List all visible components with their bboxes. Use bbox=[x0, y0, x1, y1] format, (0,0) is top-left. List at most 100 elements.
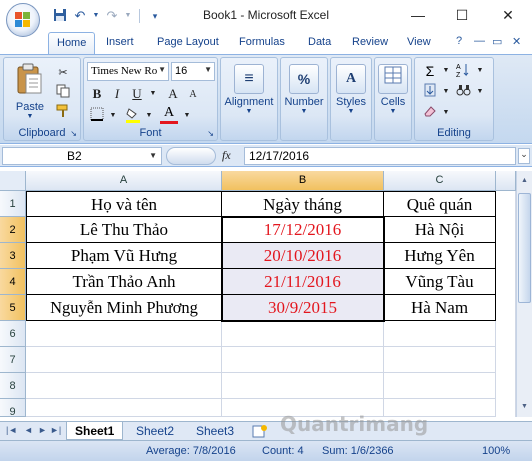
paste-button[interactable]: Paste ▼ bbox=[8, 62, 52, 120]
vertical-scrollbar[interactable]: ▲ ▼ bbox=[516, 171, 532, 417]
formula-bar-splitter[interactable] bbox=[166, 147, 216, 165]
tab-view[interactable]: View bbox=[407, 36, 431, 48]
shrink-font-button[interactable]: A bbox=[184, 86, 202, 104]
cell-b3[interactable]: 20/10/2016 bbox=[222, 243, 384, 269]
cell-c1[interactable]: Quê quán bbox=[384, 191, 496, 217]
sort-dropdown-icon[interactable]: ▼ bbox=[471, 62, 489, 80]
font-size-select[interactable]: 16 ▼ bbox=[171, 62, 215, 81]
clear-dropdown-icon[interactable]: ▼ bbox=[437, 104, 455, 122]
formula-input[interactable]: 12/17/2016 bbox=[244, 147, 516, 165]
underline-dropdown-icon[interactable]: ▼ bbox=[144, 85, 162, 103]
row-header-9[interactable]: 9 bbox=[0, 399, 26, 418]
cell-a9[interactable] bbox=[26, 399, 222, 417]
font-color-dropdown-icon[interactable]: ▼ bbox=[178, 107, 196, 125]
ribbon-minimize-icon[interactable]: — bbox=[474, 35, 485, 47]
cell-b9[interactable] bbox=[222, 399, 384, 417]
row-header-7[interactable]: 7 bbox=[0, 347, 26, 373]
zoom-level[interactable]: 100% bbox=[482, 445, 510, 457]
cell-c4[interactable]: Vũng Tàu bbox=[384, 269, 496, 295]
cell-b6[interactable] bbox=[222, 321, 384, 347]
sheet-tab-sheet1[interactable]: Sheet1 bbox=[66, 422, 124, 440]
number-button[interactable]: % Number ▼ bbox=[281, 64, 327, 115]
office-button[interactable] bbox=[6, 3, 40, 37]
copy-icon[interactable] bbox=[54, 84, 72, 102]
autosum-dropdown-icon[interactable]: ▼ bbox=[437, 62, 455, 80]
borders-dropdown-icon[interactable]: ▼ bbox=[104, 107, 122, 125]
cell-b7[interactable] bbox=[222, 347, 384, 373]
cell-a8[interactable] bbox=[26, 373, 222, 399]
cell-b2[interactable]: 17/12/2016 bbox=[222, 217, 384, 243]
next-sheet-icon[interactable]: ► bbox=[38, 425, 47, 435]
cell-a5[interactable]: Nguyễn Minh Phương bbox=[26, 295, 222, 321]
close-button[interactable]: ✕ bbox=[488, 0, 528, 30]
ribbon-restore-icon[interactable]: ▭ bbox=[492, 35, 502, 48]
cut-icon[interactable]: ✂ bbox=[54, 64, 72, 82]
cell-c9[interactable] bbox=[384, 399, 496, 417]
last-sheet-icon[interactable]: ►| bbox=[50, 425, 61, 435]
sheet-tab-sheet2[interactable]: Sheet2 bbox=[128, 422, 182, 440]
tab-page-layout[interactable]: Page Layout bbox=[157, 36, 219, 48]
column-header-d[interactable] bbox=[496, 171, 516, 191]
column-d-cells[interactable] bbox=[496, 191, 516, 417]
italic-button[interactable]: I bbox=[108, 85, 126, 103]
bold-button[interactable]: B bbox=[88, 85, 106, 103]
sheet-tab-sheet3[interactable]: Sheet3 bbox=[188, 422, 242, 440]
select-all-corner[interactable] bbox=[0, 171, 26, 191]
format-painter-icon[interactable] bbox=[54, 104, 72, 122]
first-sheet-icon[interactable]: |◄ bbox=[6, 425, 17, 435]
ribbon-close-icon[interactable]: ✕ bbox=[512, 35, 521, 48]
insert-sheet-icon[interactable] bbox=[248, 422, 272, 440]
cell-a7[interactable] bbox=[26, 347, 222, 373]
cell-c5[interactable]: Hà Nam bbox=[384, 295, 496, 321]
cell-c7[interactable] bbox=[384, 347, 496, 373]
help-icon[interactable]: ? bbox=[456, 35, 462, 47]
cell-a3[interactable]: Phạm Vũ Hưng bbox=[26, 243, 222, 269]
column-header-c[interactable]: C bbox=[384, 171, 496, 191]
column-header-b[interactable]: B bbox=[222, 171, 384, 191]
row-header-3[interactable]: 3 bbox=[0, 243, 26, 269]
clipboard-launcher-icon[interactable]: ↘ bbox=[70, 129, 77, 138]
cell-b4[interactable]: 21/11/2016 bbox=[222, 269, 384, 295]
font-color-button[interactable]: A bbox=[160, 105, 178, 124]
grow-font-button[interactable]: A bbox=[164, 85, 182, 103]
minimize-button[interactable]: — bbox=[398, 0, 438, 30]
cells-button[interactable]: Cells ▼ bbox=[375, 64, 411, 115]
prev-sheet-icon[interactable]: ◄ bbox=[24, 425, 33, 435]
cell-c2[interactable]: Hà Nội bbox=[384, 217, 496, 243]
cell-c3[interactable]: Hưng Yên bbox=[384, 243, 496, 269]
row-header-8[interactable]: 8 bbox=[0, 373, 26, 399]
scroll-up-icon[interactable]: ▲ bbox=[517, 173, 532, 189]
row-header-4[interactable]: 4 bbox=[0, 269, 26, 295]
scroll-down-icon[interactable]: ▼ bbox=[517, 399, 532, 415]
row-header-2[interactable]: 2 bbox=[0, 217, 26, 243]
tab-home[interactable]: Home bbox=[48, 32, 96, 55]
row-header-1[interactable]: 1 bbox=[0, 191, 26, 217]
row-header-5[interactable]: 5 bbox=[0, 295, 26, 321]
tab-insert[interactable]: Insert bbox=[106, 36, 134, 48]
cell-b5[interactable]: 30/9/2015 bbox=[222, 295, 384, 321]
maximize-button[interactable]: ☐ bbox=[442, 0, 482, 30]
tab-review[interactable]: Review bbox=[352, 36, 388, 48]
column-header-a[interactable]: A bbox=[26, 171, 222, 191]
tab-formulas[interactable]: Formulas bbox=[239, 36, 285, 48]
cell-a2[interactable]: Lê Thu Thảo bbox=[26, 217, 222, 243]
expand-formula-bar-icon[interactable]: ⌄ bbox=[518, 148, 530, 164]
cell-b1[interactable]: Ngày tháng bbox=[222, 191, 384, 217]
cell-b8[interactable] bbox=[222, 373, 384, 399]
cell-c6[interactable] bbox=[384, 321, 496, 347]
find-dropdown-icon[interactable]: ▼ bbox=[471, 83, 489, 101]
cell-a4[interactable]: Trần Thảo Anh bbox=[26, 269, 222, 295]
styles-button[interactable]: A Styles ▼ bbox=[331, 64, 371, 115]
tab-data[interactable]: Data bbox=[308, 36, 331, 48]
row-header-6[interactable]: 6 bbox=[0, 321, 26, 347]
cell-a6[interactable] bbox=[26, 321, 222, 347]
insert-function-icon[interactable]: fx bbox=[222, 148, 231, 163]
fill-dropdown-icon[interactable]: ▼ bbox=[437, 83, 455, 101]
fill-color-dropdown-icon[interactable]: ▼ bbox=[140, 107, 158, 125]
cell-c8[interactable] bbox=[384, 373, 496, 399]
vertical-scroll-thumb[interactable] bbox=[518, 193, 531, 303]
paste-dropdown-icon[interactable]: ▼ bbox=[8, 113, 52, 120]
name-box[interactable]: B2 ▼ bbox=[2, 147, 162, 165]
font-launcher-icon[interactable]: ↘ bbox=[207, 129, 214, 138]
font-name-select[interactable]: Times New Ro ▼ bbox=[87, 62, 169, 81]
